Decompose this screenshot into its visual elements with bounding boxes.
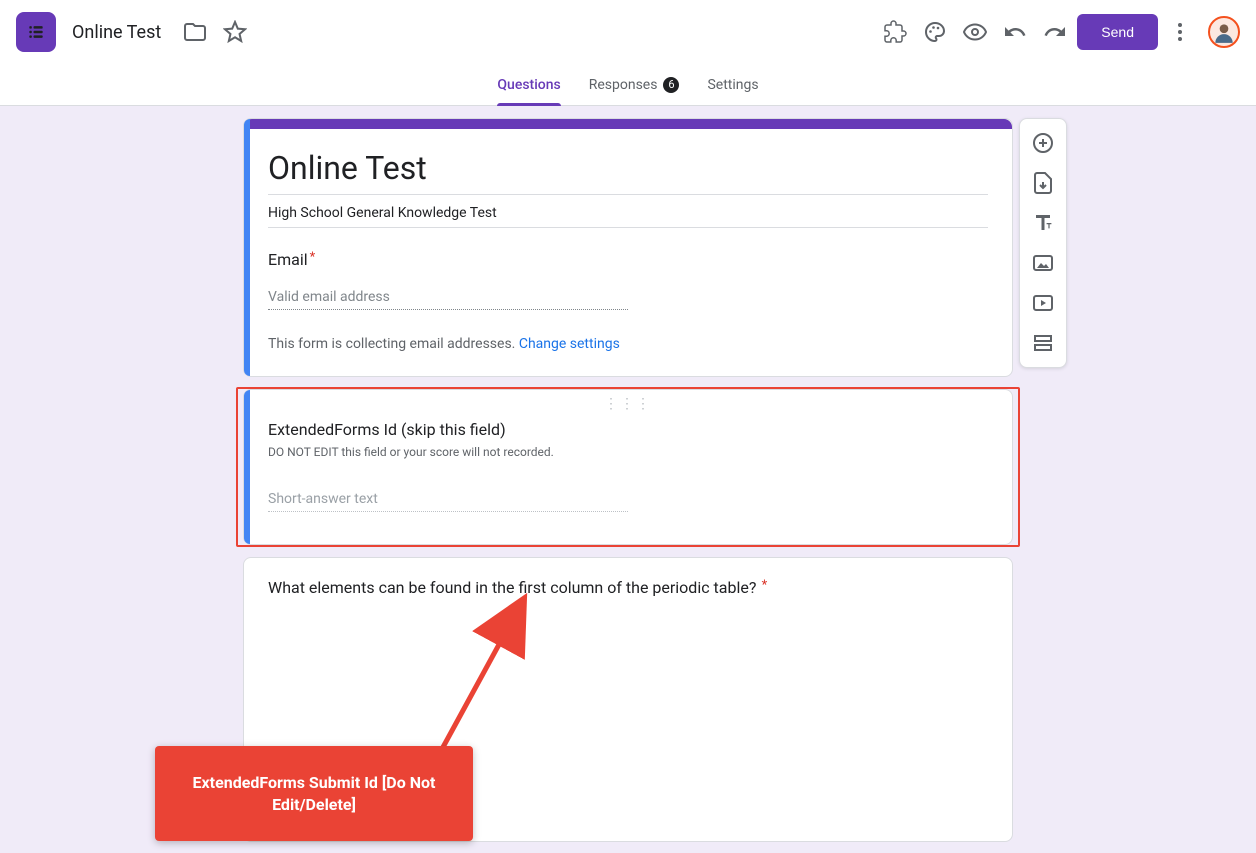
email-label-text: Email [268, 250, 308, 269]
card-left-accent [244, 390, 250, 544]
form-icon [26, 22, 46, 42]
preview-button[interactable] [955, 12, 995, 52]
redo-button[interactable] [1035, 12, 1075, 52]
card-accent [244, 119, 1012, 129]
content-area: Online Test High School General Knowledg… [0, 106, 1256, 842]
required-star: * [310, 250, 316, 265]
form-header-card[interactable]: Online Test High School General Knowledg… [243, 118, 1013, 377]
theme-button[interactable] [915, 12, 955, 52]
question-description[interactable]: DO NOT EDIT this field or your score wil… [268, 445, 988, 459]
addons-button[interactable] [875, 12, 915, 52]
add-image-button[interactable] [1025, 245, 1061, 281]
question-title-text: What elements can be found in the first … [268, 578, 756, 597]
forms-logo[interactable] [16, 12, 56, 52]
add-question-button[interactable] [1025, 125, 1061, 161]
star-icon [223, 20, 247, 44]
tab-settings[interactable]: Settings [707, 64, 758, 106]
change-settings-link[interactable]: Change settings [519, 336, 620, 352]
account-avatar[interactable] [1208, 16, 1240, 48]
import-questions-button[interactable] [1025, 165, 1061, 201]
email-input-preview: Valid email address [268, 283, 628, 310]
form-canvas: Online Test High School General Knowledg… [243, 118, 1013, 842]
add-section-button[interactable] [1025, 325, 1061, 361]
annotation-callout: ExtendedForms Submit Id [Do Not Edit/Del… [155, 746, 473, 841]
eye-icon [963, 20, 987, 44]
add-video-button[interactable] [1025, 285, 1061, 321]
text-icon [1031, 211, 1055, 235]
more-button[interactable] [1160, 12, 1200, 52]
tabs-row: Questions Responses 6 Settings [0, 64, 1256, 106]
folder-icon [183, 20, 207, 44]
tab-label: Settings [707, 77, 758, 93]
redo-icon [1043, 20, 1067, 44]
add-title-button[interactable] [1025, 205, 1061, 241]
collecting-note: This form is collecting email addresses.… [268, 336, 988, 352]
form-title[interactable]: Online Test [268, 149, 988, 192]
document-title[interactable]: Online Test [72, 22, 161, 43]
more-vert-icon [1168, 20, 1192, 44]
callout-text: ExtendedForms Submit Id [Do Not Edit/Del… [193, 773, 436, 814]
required-star: * [758, 578, 767, 593]
import-icon [1031, 171, 1055, 195]
person-icon [1211, 19, 1237, 45]
undo-button[interactable] [995, 12, 1035, 52]
video-icon [1031, 291, 1055, 315]
short-answer-preview: Short-answer text [268, 487, 628, 512]
tab-label: Responses [589, 77, 658, 93]
puzzle-icon [883, 20, 907, 44]
tab-questions[interactable]: Questions [497, 64, 560, 106]
tab-responses[interactable]: Responses 6 [589, 64, 680, 106]
question-card-extendedforms[interactable]: ⋮⋮⋮ ExtendedForms Id (skip this field) D… [243, 389, 1013, 545]
image-icon [1031, 251, 1055, 275]
question-toolbar [1019, 118, 1067, 368]
move-to-folder-button[interactable] [175, 12, 215, 52]
collecting-note-text: This form is collecting email addresses. [268, 336, 519, 352]
palette-icon [923, 20, 947, 44]
drag-handle[interactable]: ⋮⋮⋮ [244, 390, 1012, 414]
question-title[interactable]: ExtendedForms Id (skip this field) [268, 420, 988, 439]
star-button[interactable] [215, 12, 255, 52]
plus-circle-icon [1031, 131, 1055, 155]
email-label: Email* [268, 250, 988, 269]
undo-icon [1003, 20, 1027, 44]
section-icon [1031, 331, 1055, 355]
app-header: Online Test Send [0, 0, 1256, 64]
send-button[interactable]: Send [1077, 14, 1158, 50]
card-left-accent [244, 119, 250, 376]
tab-label: Questions [497, 77, 560, 93]
form-description[interactable]: High School General Knowledge Test [268, 195, 988, 228]
question-title[interactable]: What elements can be found in the first … [268, 578, 988, 597]
responses-count-badge: 6 [663, 77, 679, 93]
